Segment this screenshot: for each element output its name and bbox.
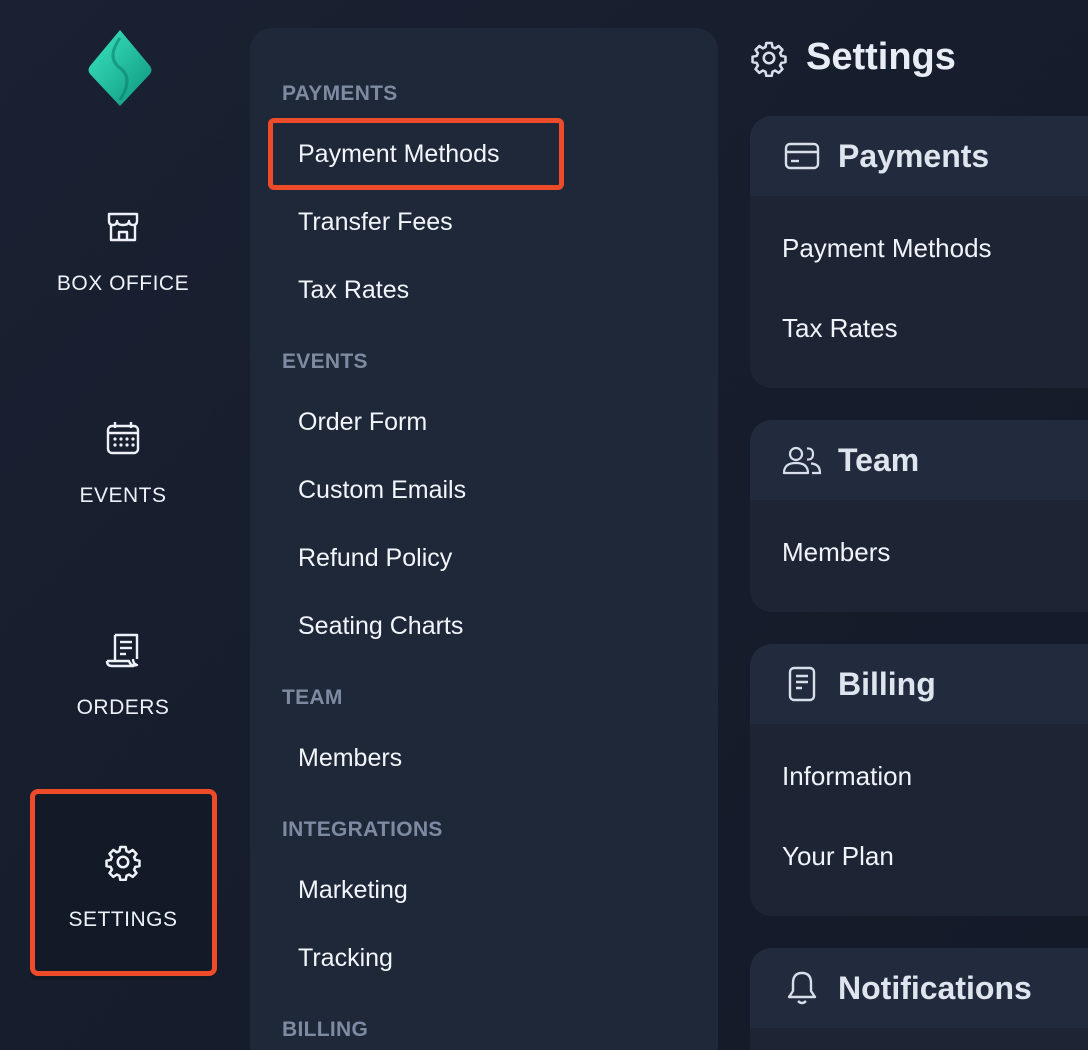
rail-item-label: SETTINGS — [68, 908, 178, 931]
page-title: Settings — [806, 36, 956, 78]
calendar-icon — [103, 418, 143, 458]
section-title-integrations: INTEGRATIONS — [282, 818, 443, 841]
submenu-item-seating-charts[interactable]: Seating Charts — [298, 612, 463, 641]
rail-item-label: EVENTS — [79, 484, 167, 507]
page-header: Settings — [750, 36, 956, 79]
card-title: Notifications — [838, 969, 1032, 1006]
rail-item-box-office[interactable]: BOX OFFICE — [30, 158, 216, 344]
section-title-team: TEAM — [282, 686, 343, 709]
nav-rail: BOX OFFICE EVENTS ORDERS SETTINGS — [0, 0, 240, 1050]
rail-item-label: ORDERS — [76, 696, 170, 719]
submenu-item-refund-policy[interactable]: Refund Policy — [298, 544, 452, 573]
gear-icon — [103, 842, 143, 882]
card-payments: Payments Payment Methods Tax Rates — [750, 116, 1088, 388]
section-title-billing: BILLING — [282, 1018, 369, 1041]
card-header: Billing — [750, 644, 1088, 724]
submenu-item-tracking[interactable]: Tracking — [298, 944, 393, 973]
card-team: Team Members — [750, 420, 1088, 612]
card-header: Notifications — [750, 948, 1088, 1028]
card-title: Team — [838, 441, 920, 478]
settings-submenu: PAYMENTS Payment Methods Transfer Fees T… — [250, 28, 718, 1050]
receipt-icon — [103, 630, 143, 670]
card-link-your-plan[interactable]: Your Plan — [750, 816, 1088, 896]
users-icon — [782, 440, 822, 480]
submenu-item-transfer-fees[interactable]: Transfer Fees — [298, 208, 453, 237]
card-link-information[interactable]: Information — [750, 736, 1088, 816]
section-title-payments: PAYMENTS — [282, 82, 398, 105]
rail-item-orders[interactable]: ORDERS — [30, 582, 216, 768]
storefront-icon — [103, 206, 143, 246]
card-header: Team — [750, 420, 1088, 500]
credit-card-icon — [782, 136, 822, 176]
card-billing: Billing Information Your Plan — [750, 644, 1088, 916]
rail-item-label: BOX OFFICE — [56, 272, 190, 295]
gear-icon — [750, 39, 788, 77]
card-link-payment-methods[interactable]: Payment Methods — [750, 208, 1088, 288]
card-link-members[interactable]: Members — [750, 512, 1088, 592]
bell-icon — [782, 968, 822, 1008]
submenu-item-members[interactable]: Members — [298, 744, 402, 773]
app-logo[interactable] — [86, 28, 154, 108]
submenu-item-tax-rates[interactable]: Tax Rates — [298, 276, 409, 305]
card-link-tax-rates[interactable]: Tax Rates — [750, 288, 1088, 368]
rail-item-events[interactable]: EVENTS — [30, 370, 216, 556]
submenu-item-marketing[interactable]: Marketing — [298, 876, 408, 905]
card-title: Billing — [838, 665, 936, 702]
submenu-item-payment-methods[interactable]: Payment Methods — [298, 140, 500, 169]
card-title: Payments — [838, 137, 990, 174]
submenu-item-custom-emails[interactable]: Custom Emails — [298, 476, 466, 505]
section-title-events: EVENTS — [282, 350, 368, 373]
document-icon — [782, 664, 822, 704]
card-notifications: Notifications — [750, 948, 1088, 1050]
rail-item-settings[interactable]: SETTINGS — [30, 794, 216, 980]
card-header: Payments — [750, 116, 1088, 196]
submenu-item-order-form[interactable]: Order Form — [298, 408, 427, 437]
